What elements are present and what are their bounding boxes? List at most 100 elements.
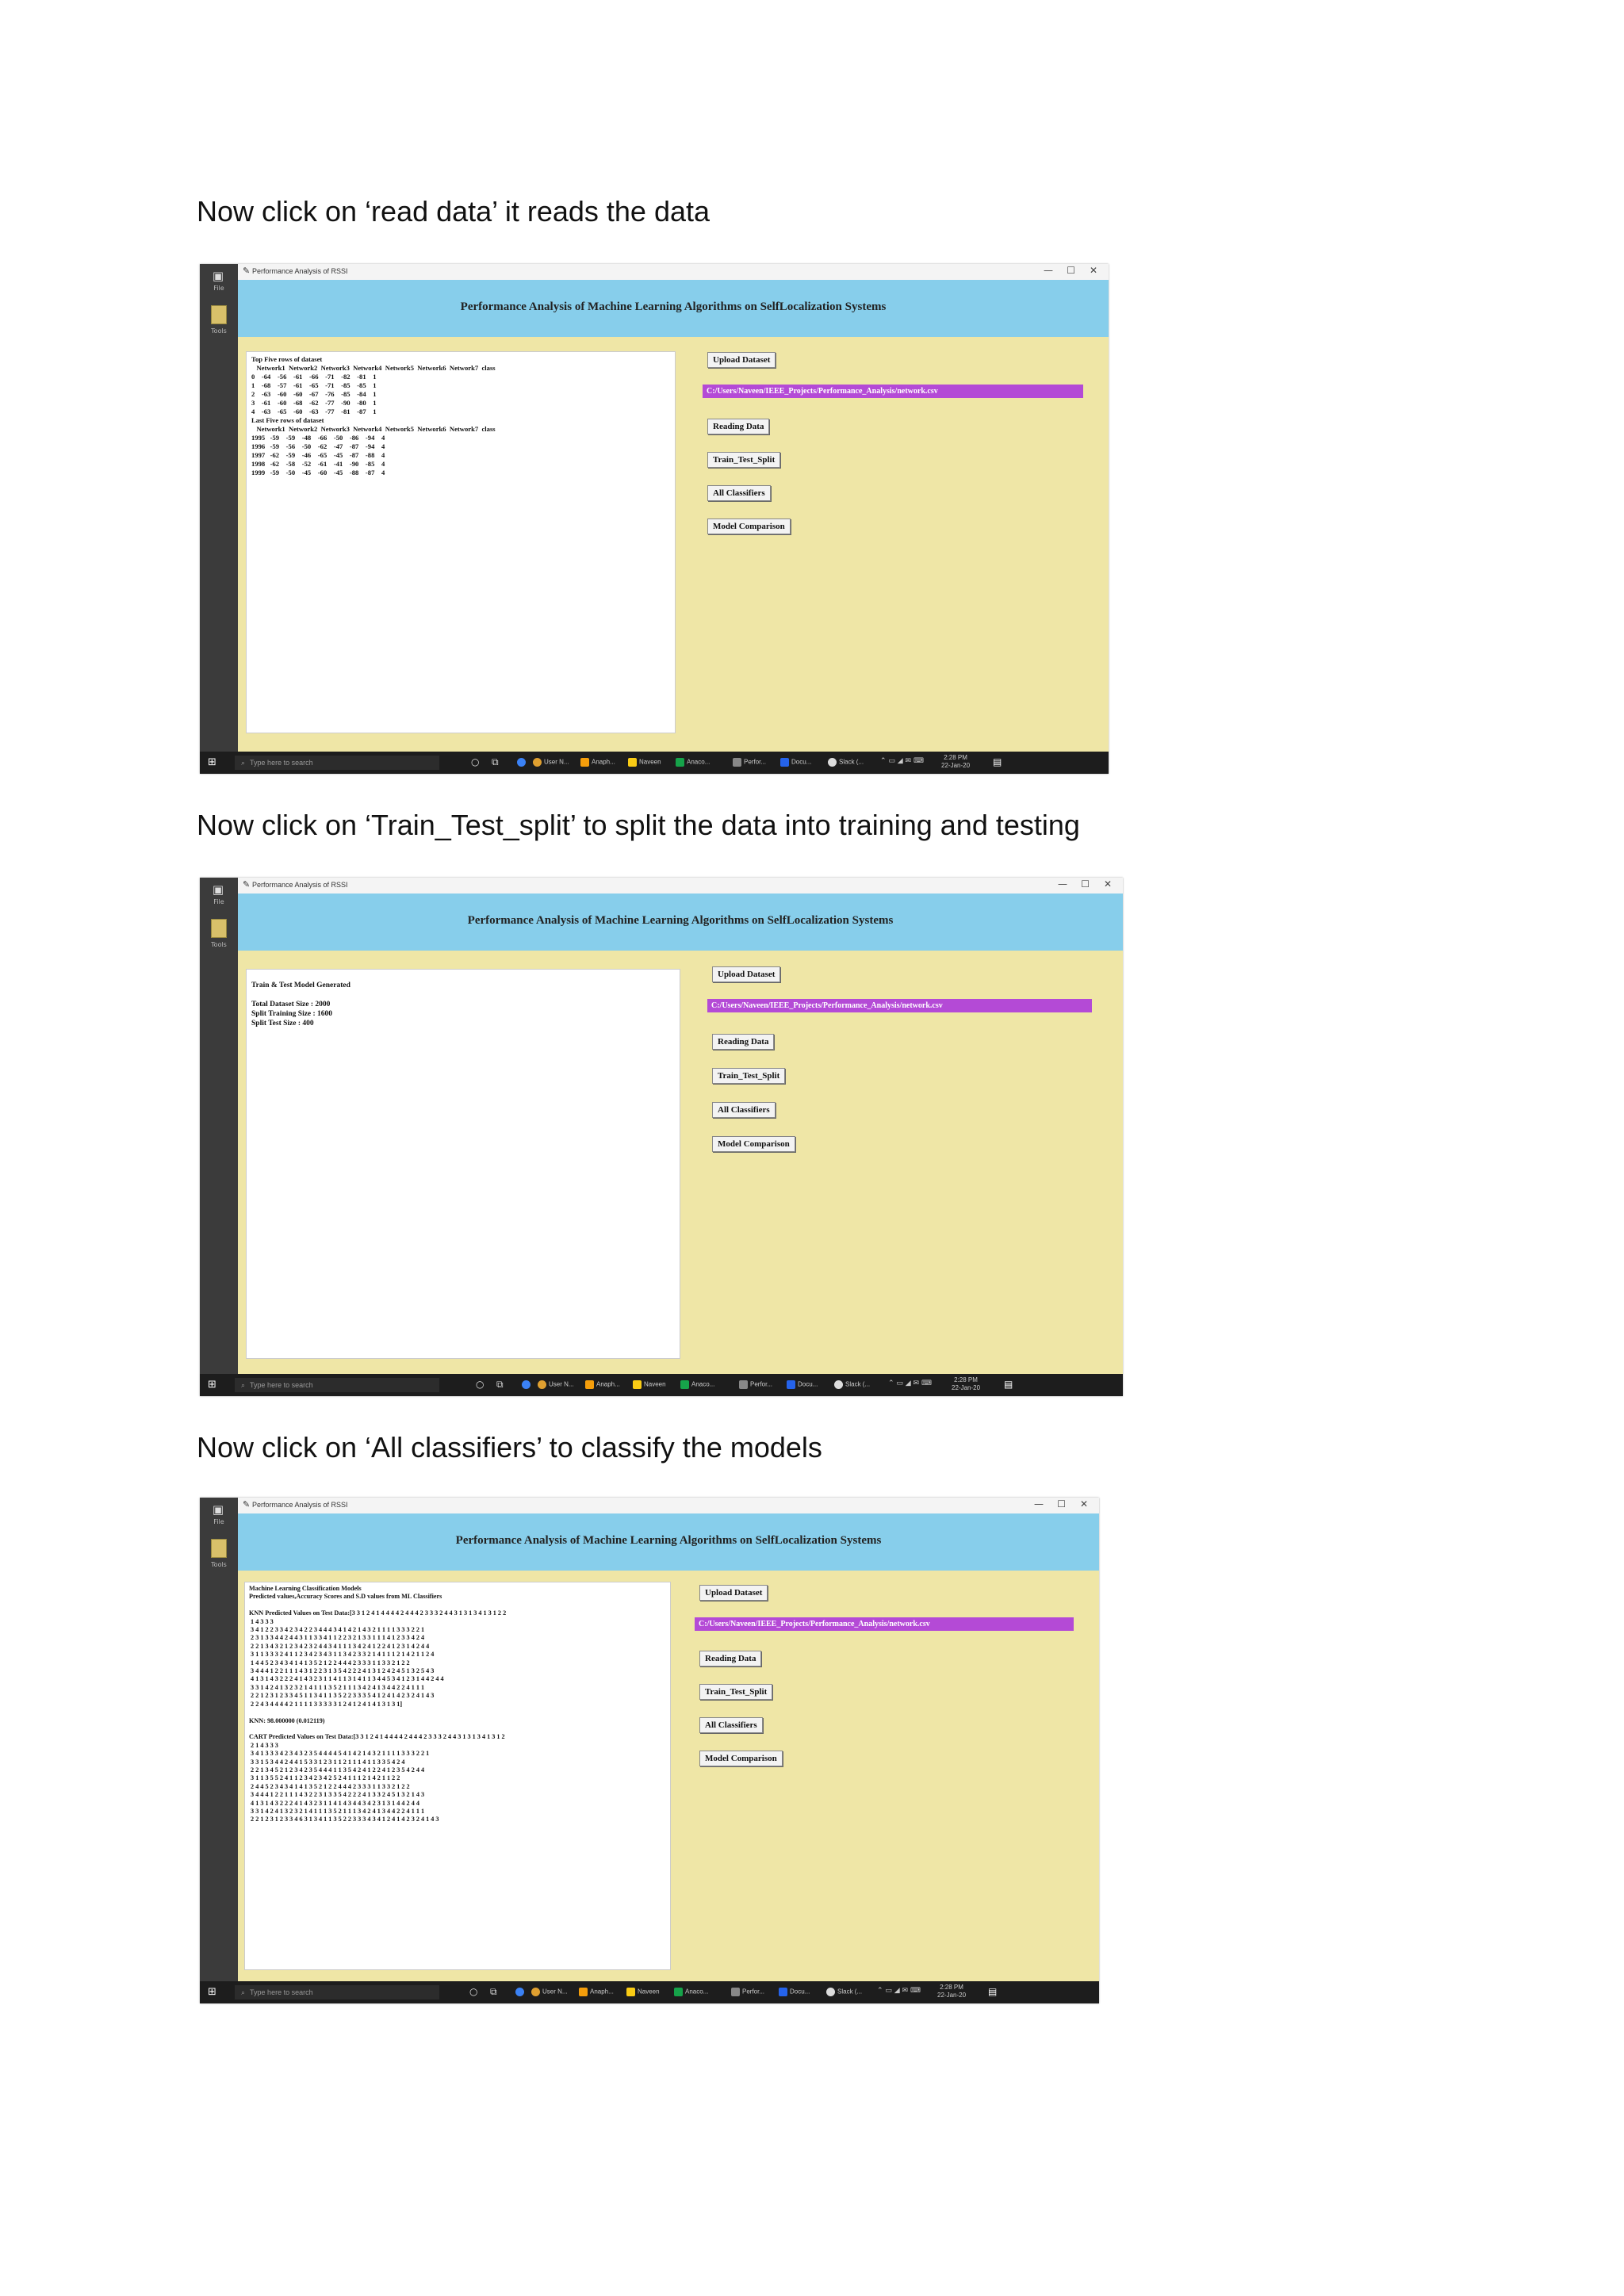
dataset-path-label: C:/Users/Naveen/IEEE_Projects/Performanc… [695, 1617, 1074, 1631]
viewer-sidebar: ▣ File Tools [200, 264, 238, 774]
clock-date: 22-Jan-20 [952, 1384, 981, 1391]
app-feather-icon: ✎ [243, 879, 251, 890]
taskbar-clock[interactable]: 2:28 PM 22-Jan-20 [952, 1376, 980, 1392]
sidebar-label-tools: Tools [211, 1561, 227, 1568]
taskbar-app-4[interactable]: Anaco... [676, 758, 710, 767]
taskbar-app-chrome[interactable] [517, 758, 528, 767]
taskbar-clock[interactable]: 2:28 PM 22-Jan-20 [937, 1984, 966, 1999]
cortana-icon[interactable]: ○ [471, 756, 479, 767]
task-view-icon[interactable]: ⧉ [496, 1379, 504, 1391]
windows-start-icon[interactable]: ⊞ [208, 1986, 216, 1998]
window-titlebar: ✎ Performance Analysis of RSSI — ☐ ✕ [238, 878, 1123, 894]
minimize-button[interactable]: — [1058, 878, 1067, 890]
taskbar-app-4[interactable]: Anaco... [680, 1380, 714, 1389]
upload-dataset-button[interactable]: Upload Dataset [712, 966, 781, 982]
output-textarea[interactable]: Top Five rows of dataset Network1 Networ… [246, 351, 676, 733]
notification-icon[interactable]: ▤ [988, 1986, 997, 1997]
output-textarea[interactable]: Machine Learning Classification Models P… [244, 1582, 671, 1970]
taskbar-app-6[interactable]: Docu... [780, 758, 811, 767]
folder-icon[interactable] [211, 919, 227, 938]
search-placeholder: Type here to search [250, 759, 313, 767]
taskbar-app-5[interactable]: Perfor... [733, 758, 766, 767]
folder-icon[interactable] [211, 305, 227, 324]
output-text: Top Five rows of dataset Network1 Networ… [251, 355, 496, 476]
task-view-icon[interactable]: ⧉ [492, 756, 499, 768]
maximize-button[interactable]: ☐ [1081, 878, 1090, 890]
model-comparison-button[interactable]: Model Comparison [699, 1751, 783, 1766]
system-tray-icons[interactable]: ⌃ ▭ ◢ ✉ ⌨ [877, 1987, 921, 1995]
app-feather-icon: ✎ [243, 266, 251, 276]
all-classifiers-button[interactable]: All Classifiers [707, 485, 771, 501]
system-tray-icons[interactable]: ⌃ ▭ ◢ ✉ ⌨ [888, 1380, 932, 1387]
window-titlebar: ✎ Performance Analysis of RSSI — ☐ ✕ [238, 1498, 1099, 1514]
sidebar-label-tools: Tools [211, 941, 227, 948]
taskbar-search-box[interactable]: ⌕ Type here to search [235, 1378, 439, 1392]
task-view-icon[interactable]: ⧉ [490, 1986, 497, 1998]
all-classifiers-button[interactable]: All Classifiers [699, 1717, 763, 1733]
output-textarea[interactable]: Train & Test Model Generated Total Datas… [246, 969, 680, 1359]
maximize-button[interactable]: ☐ [1067, 265, 1075, 276]
train-test-split-button[interactable]: Train_Test_Split [712, 1068, 786, 1084]
window-titlebar: ✎ Performance Analysis of RSSI — ☐ ✕ [238, 264, 1109, 281]
caption-train-test-split: Now click on ‘Train_Test_split’ to split… [197, 809, 1080, 841]
window-title: Performance Analysis of RSSI [252, 881, 348, 889]
taskbar-app-1[interactable]: User N... [531, 1988, 568, 1996]
system-tray-icons[interactable]: ⌃ ▭ ◢ ✉ ⌨ [880, 757, 924, 765]
reading-data-button[interactable]: Reading Data [699, 1651, 762, 1667]
close-button[interactable]: ✕ [1104, 878, 1112, 890]
sidebar-label-file: File [213, 1518, 224, 1525]
app-banner: Performance Analysis of Machine Learning… [238, 1513, 1099, 1571]
windows-start-icon[interactable]: ⊞ [208, 756, 216, 768]
screenshot-train-test-split: ▣ File Tools ✎ Performance Analysis of R… [200, 878, 1123, 1396]
caption-read-data: Now click on ‘read data’ it reads the da… [197, 195, 710, 228]
taskbar-app-7[interactable]: Slack (... [826, 1988, 862, 1996]
upload-dataset-button[interactable]: Upload Dataset [707, 352, 776, 368]
model-comparison-button[interactable]: Model Comparison [707, 519, 791, 534]
save-icon[interactable]: ▣ [208, 882, 228, 897]
taskbar-app-5[interactable]: Perfor... [739, 1380, 772, 1389]
cortana-icon[interactable]: ○ [476, 1379, 484, 1390]
minimize-button[interactable]: — [1034, 1498, 1044, 1510]
taskbar-app-chrome[interactable] [522, 1380, 533, 1389]
taskbar-app-4[interactable]: Anaco... [674, 1988, 708, 1996]
save-icon[interactable]: ▣ [208, 1502, 228, 1517]
reading-data-button[interactable]: Reading Data [707, 419, 770, 434]
minimize-button[interactable]: — [1044, 265, 1053, 276]
taskbar-search-box[interactable]: ⌕ Type here to search [235, 1985, 439, 1999]
close-button[interactable]: ✕ [1090, 265, 1097, 276]
train-test-split-button[interactable]: Train_Test_Split [707, 452, 781, 468]
upload-dataset-button[interactable]: Upload Dataset [699, 1585, 768, 1601]
save-icon[interactable]: ▣ [208, 269, 228, 283]
taskbar-app-2[interactable]: Anaph... [580, 758, 615, 767]
taskbar-app-3[interactable]: Naveen [628, 758, 661, 767]
sidebar-label-tools: Tools [211, 327, 227, 335]
model-comparison-button[interactable]: Model Comparison [712, 1136, 795, 1152]
taskbar-search-box[interactable]: ⌕ Type here to search [235, 756, 439, 770]
taskbar-app-3[interactable]: Naveen [626, 1988, 660, 1996]
windows-start-icon[interactable]: ⊞ [208, 1379, 216, 1391]
clock-time: 2:28 PM [940, 1984, 963, 1991]
taskbar-app-6[interactable]: Docu... [779, 1988, 810, 1996]
taskbar-app-1[interactable]: User N... [533, 758, 569, 767]
taskbar-app-7[interactable]: Slack (... [834, 1380, 870, 1389]
notification-icon[interactable]: ▤ [993, 756, 1002, 767]
cortana-icon[interactable]: ○ [469, 1986, 477, 1997]
close-button[interactable]: ✕ [1080, 1498, 1088, 1510]
taskbar-app-3[interactable]: Naveen [633, 1380, 666, 1389]
maximize-button[interactable]: ☐ [1057, 1498, 1066, 1510]
reading-data-button[interactable]: Reading Data [712, 1034, 775, 1050]
taskbar-clock[interactable]: 2:28 PM 22-Jan-20 [941, 754, 970, 770]
sidebar-label-file: File [213, 898, 224, 905]
all-classifiers-button[interactable]: All Classifiers [712, 1102, 776, 1118]
notification-icon[interactable]: ▤ [1004, 1379, 1013, 1390]
train-test-split-button[interactable]: Train_Test_Split [699, 1684, 773, 1700]
taskbar-app-chrome[interactable] [515, 1988, 527, 1996]
taskbar-app-1[interactable]: User N... [538, 1380, 574, 1389]
banner-title: Performance Analysis of Machine Learning… [467, 914, 894, 927]
taskbar-app-2[interactable]: Anaph... [585, 1380, 620, 1389]
taskbar-app-2[interactable]: Anaph... [579, 1988, 614, 1996]
folder-icon[interactable] [211, 1539, 227, 1558]
taskbar-app-5[interactable]: Perfor... [731, 1988, 764, 1996]
taskbar-app-6[interactable]: Docu... [787, 1380, 818, 1389]
taskbar-app-7[interactable]: Slack (... [828, 758, 864, 767]
